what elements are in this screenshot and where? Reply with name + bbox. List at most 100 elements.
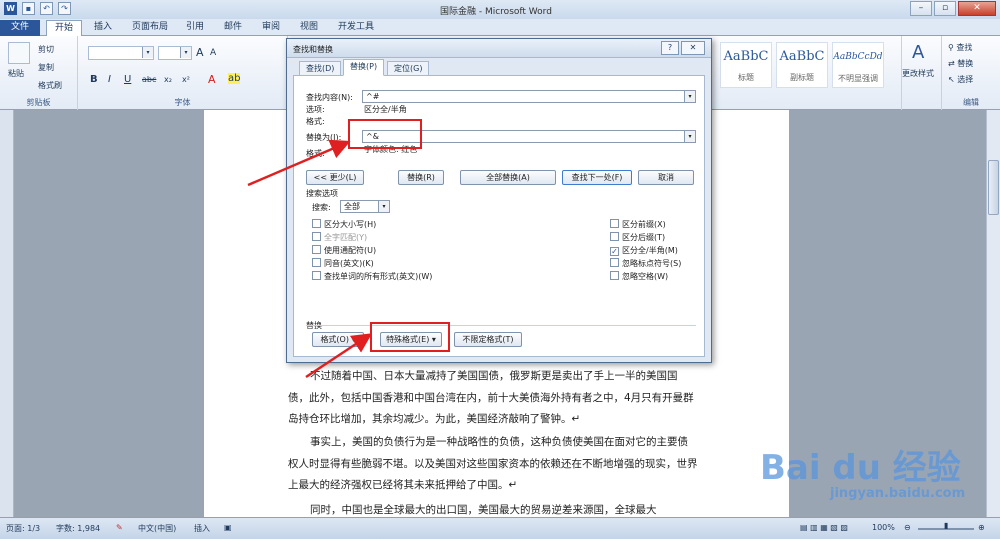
replace-button-label: 替换 (957, 59, 974, 68)
paragraph-2[interactable]: 事实上，美国的负债行为是一种战略性的负债，这种负债使美国在面对它的主要债权人时显… (288, 432, 698, 497)
dialog-help-button[interactable]: ? (661, 41, 679, 55)
save-icon[interactable]: ▪ (22, 2, 35, 15)
page-count[interactable]: 页面: 1/3 (6, 523, 40, 534)
watermark-main: Bai du 经验 (760, 448, 961, 488)
search-direction-select[interactable]: 全部 ▾ (340, 200, 390, 213)
shrink-font-button[interactable]: A (210, 48, 216, 58)
sounds-like-checkbox[interactable]: 同音(英文)(K) (312, 258, 374, 269)
language-status[interactable]: 中文(中国) (138, 523, 176, 534)
font-size-combo[interactable]: ▾ (158, 46, 192, 60)
editing-group: ⚲ 查找 ⇄ 替换 ↖ 选择 编辑 (942, 36, 1000, 110)
scrollbar-thumb[interactable] (988, 160, 999, 215)
ignore-whitespace-checkbox[interactable]: 忽略空格(W) (610, 271, 668, 282)
tab-review[interactable]: 审阅 (254, 20, 288, 36)
zoom-in-icon[interactable]: ⊕ (978, 523, 985, 532)
tab-insert[interactable]: 插入 (86, 20, 120, 36)
search-direction-dropdown-icon[interactable]: ▾ (378, 201, 389, 212)
find-button[interactable]: ⚲ 查找 (948, 42, 972, 53)
tab-file[interactable]: 文件 (0, 20, 40, 36)
font-group-label: 字体 (174, 98, 191, 107)
italic-button[interactable]: I (108, 74, 111, 85)
find-what-value: ^# (366, 92, 380, 101)
bold-button[interactable]: B (90, 74, 98, 85)
font-color-icon[interactable]: A (208, 73, 216, 86)
ribbon-tab-bar: 文件 开始 插入 页面布局 引用 邮件 审阅 视图 开发工具 (0, 19, 1000, 36)
highlight-icon[interactable]: ab (228, 73, 241, 84)
zoom-slider-thumb[interactable]: ▮ (944, 521, 948, 530)
zoom-level[interactable]: 100% (872, 523, 895, 532)
match-case-checkbox[interactable]: 区分大小写(H) (312, 219, 376, 230)
word-count[interactable]: 字数: 1,984 (56, 523, 100, 534)
match-suffix-label: 区分后缀(T) (622, 233, 666, 242)
tab-developer[interactable]: 开发工具 (330, 20, 382, 36)
find-next-button[interactable]: 查找下一处(F) (562, 170, 632, 185)
copy-button[interactable]: 复制 (38, 62, 54, 73)
paste-icon[interactable] (8, 42, 30, 64)
redo-icon[interactable]: ↷ (58, 2, 71, 15)
checkbox-icon (610, 232, 619, 241)
tab-references[interactable]: 引用 (178, 20, 212, 36)
grow-font-button[interactable]: A (196, 46, 204, 59)
style-subtitle[interactable]: AaBbC 副标题 (776, 42, 828, 88)
style-subtle-emphasis[interactable]: AaBbCcDd 不明显强调 (832, 42, 884, 88)
maximize-button[interactable]: ▫ (934, 1, 956, 16)
paste-button[interactable]: 粘贴 (8, 68, 24, 79)
match-width-checkbox[interactable]: ✓ 区分全/半角(M) (610, 245, 678, 256)
close-window-button[interactable]: ✕ (958, 1, 996, 16)
replace-with-dropdown-icon[interactable]: ▾ (684, 131, 695, 142)
replace-button[interactable]: 替换(R) (398, 170, 444, 185)
cancel-button[interactable]: 取消 (638, 170, 694, 185)
replace-tab-panel: 查找内容(N): ^# ▾ 选项: 区分全/半角 格式: 替换为(I): ^& ▾ … (293, 75, 705, 357)
macro-record-icon[interactable]: ▣ (224, 523, 232, 532)
format-menu-button[interactable]: 格式(O) ▾ (312, 332, 364, 347)
cut-button[interactable]: 剪切 (38, 44, 54, 55)
tab-home[interactable]: 开始 (46, 20, 83, 36)
dialog-close-button[interactable]: ✕ (681, 41, 705, 55)
match-prefix-checkbox[interactable]: 区分前缀(X) (610, 219, 666, 230)
ignore-punctuation-checkbox[interactable]: 忽略标点符号(S) (610, 258, 681, 269)
no-formatting-button[interactable]: 不限定格式(T) (454, 332, 522, 347)
match-suffix-checkbox[interactable]: 区分后缀(T) (610, 232, 665, 243)
replace-button-ribbon[interactable]: ⇄ 替换 (948, 58, 973, 69)
select-button[interactable]: ↖ 选择 (948, 74, 973, 85)
find-what-dropdown-icon[interactable]: ▾ (684, 91, 695, 102)
replace-all-button[interactable]: 全部替换(A) (460, 170, 556, 185)
options-label: 选项: (306, 105, 325, 114)
zoom-out-icon[interactable]: ⊖ (904, 523, 911, 532)
tab-find[interactable]: 查找(D) (299, 61, 342, 76)
replace-field-highlight (348, 119, 422, 149)
whole-word-checkbox[interactable]: 全字匹配(Y) (312, 232, 367, 243)
undo-icon[interactable]: ↶ (40, 2, 53, 15)
style-title[interactable]: AaBbC 标题 (720, 42, 772, 88)
special-format-highlight (370, 322, 450, 352)
wildcards-checkbox[interactable]: 使用通配符(U) (312, 245, 376, 256)
tab-goto[interactable]: 定位(G) (387, 61, 430, 76)
watermark-url: jingyan.baidu.com (830, 486, 966, 501)
tab-page-layout[interactable]: 页面布局 (124, 20, 176, 36)
minimize-button[interactable]: – (910, 1, 932, 16)
font-name-combo[interactable]: ▾ (88, 46, 154, 60)
tab-view[interactable]: 视图 (292, 20, 326, 36)
all-word-forms-checkbox[interactable]: 查找单词的所有形式(英文)(W) (312, 271, 432, 282)
insert-mode-status[interactable]: 插入 (194, 523, 210, 534)
view-buttons[interactable]: ▤ ▥ ▦ ▧ ▨ (800, 523, 848, 532)
tab-replace[interactable]: 替换(P) (343, 59, 385, 76)
subscript-button[interactable]: x₂ (164, 75, 172, 84)
checkbox-icon (312, 271, 321, 280)
paragraph-1[interactable]: 不过随着中国、日本大量减持了美国国债，俄罗斯更是卖出了手上一半的美国国债，此外，… (288, 366, 698, 431)
checkbox-icon (610, 271, 619, 280)
underline-button[interactable]: U (124, 74, 131, 85)
status-bar: 页面: 1/3 字数: 1,984 ✎ 中文(中国) 插入 ▣ ▤ ▥ ▦ ▧ … (0, 517, 1000, 539)
clipboard-group-label: 剪贴板 (26, 98, 51, 107)
find-what-input[interactable]: ^# ▾ (362, 90, 696, 103)
strikethrough-button[interactable]: abc (142, 75, 156, 84)
superscript-button[interactable]: x² (182, 75, 190, 84)
ignore-punctuation-label: 忽略标点符号(S) (622, 259, 682, 268)
less-button[interactable]: << 更少(L) (306, 170, 364, 185)
format-painter-button[interactable]: 格式刷 (38, 80, 62, 91)
proofing-icon[interactable]: ✎ (116, 523, 123, 532)
change-styles-icon[interactable]: A (912, 42, 924, 63)
paragraph-3[interactable]: 同时，中国也是全球最大的出口国，美国最大的贸易逆差来源国，全球最大 (288, 500, 698, 517)
change-styles-button[interactable]: 更改样式 (902, 68, 934, 79)
tab-mailings[interactable]: 邮件 (216, 20, 250, 36)
